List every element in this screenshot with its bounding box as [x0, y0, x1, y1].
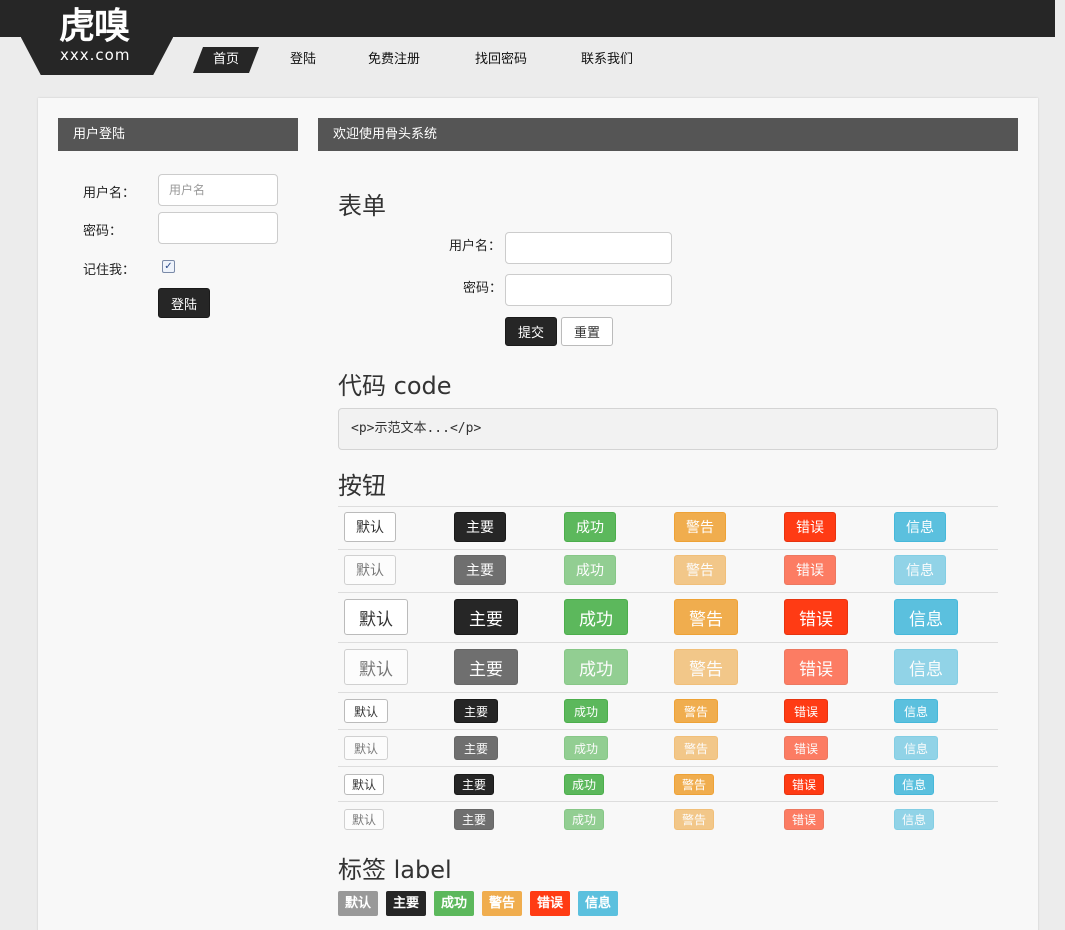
error-small-button[interactable]: 错误	[784, 699, 828, 723]
warning-small-button[interactable]: 警告	[674, 699, 718, 723]
info-medium-button[interactable]: 信息	[894, 512, 946, 542]
form-submit-button[interactable]: 提交	[505, 317, 557, 346]
form-password-label: 密码：	[463, 281, 503, 296]
login-username-label: 用户名：	[83, 186, 136, 201]
label-tag-1: 主要	[386, 891, 427, 916]
info-mini-disabled-button[interactable]: 信息	[894, 809, 934, 830]
button-row-divider	[338, 766, 998, 767]
error-mini-disabled-button[interactable]: 错误	[784, 809, 824, 830]
login-submit-button[interactable]: 登陆	[158, 288, 210, 318]
form-password-input[interactable]	[505, 274, 672, 306]
form-username-input[interactable]	[505, 232, 672, 264]
site-logo[interactable]: 虎嗅 xxx.com	[21, 0, 173, 75]
nav-item-login[interactable]: 登陆	[290, 47, 316, 73]
success-large-button[interactable]: 成功	[564, 599, 628, 635]
form-username-label: 用户名：	[449, 239, 502, 254]
nav-item-home[interactable]: 首页	[193, 47, 259, 73]
success-mini-button[interactable]: 成功	[564, 774, 604, 795]
button-row-divider	[338, 506, 998, 507]
primary-small-button[interactable]: 主要	[454, 699, 498, 723]
warning-large-disabled-button[interactable]: 警告	[674, 649, 738, 685]
primary-small-disabled-button[interactable]: 主要	[454, 736, 498, 760]
label-tag-4: 错误	[530, 891, 571, 916]
remember-me-checkbox[interactable]: ✓	[162, 260, 175, 273]
content-panel: 用户登陆 用户名： 密码： 记住我： ✓ 登陆 欢迎使用骨头系统 表单 用户名：…	[38, 98, 1038, 930]
success-mini-disabled-button[interactable]: 成功	[564, 809, 604, 830]
default-large-disabled-button[interactable]: 默认	[344, 649, 408, 685]
label-tag-0: 默认	[338, 891, 379, 916]
code-section-title: 代码 code	[338, 372, 452, 400]
warning-large-button[interactable]: 警告	[674, 599, 738, 635]
nav-item-contact[interactable]: 联系我们	[581, 47, 633, 73]
success-medium-disabled-button[interactable]: 成功	[564, 555, 616, 585]
button-row-divider	[338, 592, 998, 593]
login-password-input[interactable]	[158, 212, 278, 244]
login-password-label: 密码：	[83, 224, 123, 239]
success-small-disabled-button[interactable]: 成功	[564, 736, 608, 760]
info-small-disabled-button[interactable]: 信息	[894, 736, 938, 760]
buttons-section-title: 按钮	[338, 472, 386, 500]
warning-small-disabled-button[interactable]: 警告	[674, 736, 718, 760]
form-section-title: 表单	[338, 192, 386, 220]
primary-large-button[interactable]: 主要	[454, 599, 518, 635]
info-medium-disabled-button[interactable]: 信息	[894, 555, 946, 585]
button-row-divider	[338, 642, 998, 643]
button-row-divider	[338, 729, 998, 730]
default-mini-disabled-button[interactable]: 默认	[344, 809, 384, 830]
code-sample-block: <p>示范文本...</p>	[338, 408, 998, 450]
primary-mini-disabled-button[interactable]: 主要	[454, 809, 494, 830]
labels-section-title: 标签 label	[338, 856, 452, 884]
primary-large-disabled-button[interactable]: 主要	[454, 649, 518, 685]
main-panel-header: 欢迎使用骨头系统	[318, 118, 1018, 151]
success-large-disabled-button[interactable]: 成功	[564, 649, 628, 685]
button-row-divider	[338, 801, 998, 802]
warning-medium-button[interactable]: 警告	[674, 512, 726, 542]
default-medium-disabled-button[interactable]: 默认	[344, 555, 396, 585]
button-row-divider	[338, 692, 998, 693]
default-mini-button[interactable]: 默认	[344, 774, 384, 795]
info-large-button[interactable]: 信息	[894, 599, 958, 635]
error-large-button[interactable]: 错误	[784, 599, 848, 635]
warning-mini-button[interactable]: 警告	[674, 774, 714, 795]
login-username-input[interactable]	[158, 174, 278, 206]
remember-me-label: 记住我：	[83, 263, 136, 278]
login-panel-header: 用户登陆	[58, 118, 298, 151]
label-tag-3: 警告	[482, 891, 523, 916]
label-tag-5: 信息	[578, 891, 619, 916]
default-small-button[interactable]: 默认	[344, 699, 388, 723]
primary-medium-button[interactable]: 主要	[454, 512, 506, 542]
primary-medium-disabled-button[interactable]: 主要	[454, 555, 506, 585]
info-large-disabled-button[interactable]: 信息	[894, 649, 958, 685]
info-small-button[interactable]: 信息	[894, 699, 938, 723]
success-small-button[interactable]: 成功	[564, 699, 608, 723]
warning-mini-disabled-button[interactable]: 警告	[674, 809, 714, 830]
error-medium-button[interactable]: 错误	[784, 512, 836, 542]
error-large-disabled-button[interactable]: 错误	[784, 649, 848, 685]
default-medium-button[interactable]: 默认	[344, 512, 396, 542]
default-large-button[interactable]: 默认	[344, 599, 408, 635]
nav-item-register[interactable]: 免费注册	[368, 47, 420, 73]
success-medium-button[interactable]: 成功	[564, 512, 616, 542]
logo-main-text: 虎嗅	[59, 5, 130, 47]
error-mini-button[interactable]: 错误	[784, 774, 824, 795]
logo-sub-text: xxx.com	[60, 46, 131, 64]
error-medium-disabled-button[interactable]: 错误	[784, 555, 836, 585]
error-small-disabled-button[interactable]: 错误	[784, 736, 828, 760]
button-row-divider	[338, 549, 998, 550]
nav-item-recover-password[interactable]: 找回密码	[475, 47, 527, 73]
label-tag-2: 成功	[434, 891, 475, 916]
info-mini-button[interactable]: 信息	[894, 774, 934, 795]
warning-medium-disabled-button[interactable]: 警告	[674, 555, 726, 585]
primary-mini-button[interactable]: 主要	[454, 774, 494, 795]
default-small-disabled-button[interactable]: 默认	[344, 736, 388, 760]
form-reset-button[interactable]: 重置	[561, 317, 613, 346]
